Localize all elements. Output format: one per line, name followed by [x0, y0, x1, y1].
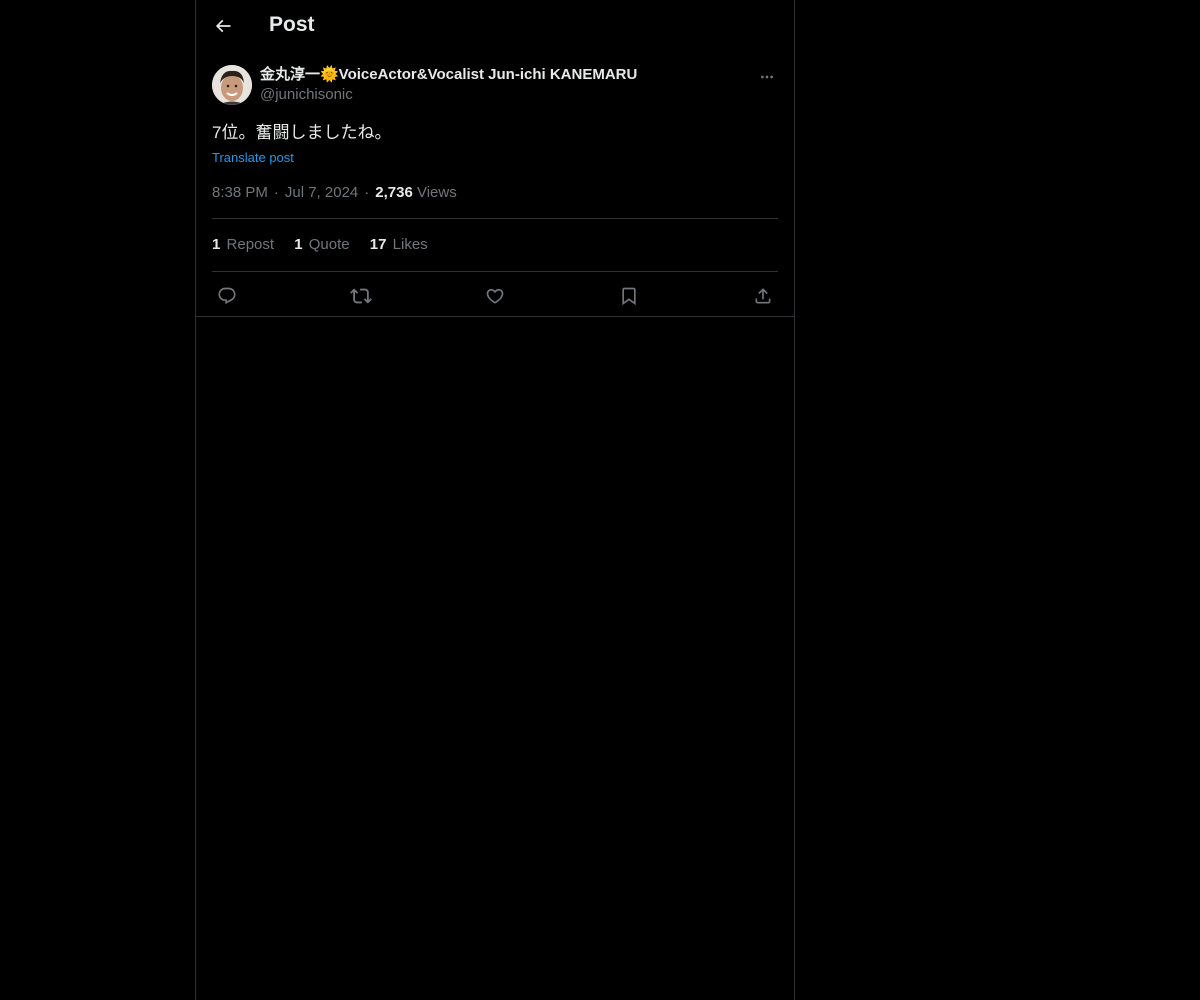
separator-dot: ·: [273, 184, 279, 201]
author-handle[interactable]: @junichisonic: [260, 85, 637, 105]
more-options-button[interactable]: [756, 66, 778, 88]
likes-count: 17: [369, 236, 387, 253]
likes-label: Likes: [392, 236, 428, 253]
author-display-name[interactable]: 金丸淳一🌞VoiceActor&Vocalist Jun-ichi KANEMA…: [260, 65, 637, 85]
share-icon: [755, 288, 771, 304]
post-bottom-divider: [196, 316, 794, 317]
views-count: 2,736: [375, 184, 413, 201]
main-column: Post 金丸淳一🌞VoiceActor&Vocalist Jun-ichi K…: [195, 0, 795, 1000]
reposts-label: Repost: [226, 236, 275, 253]
quotes-count: 1: [294, 236, 303, 253]
avatar[interactable]: [212, 65, 252, 105]
reposts-stat[interactable]: 1 Repost: [212, 219, 274, 271]
reply-icon: [218, 287, 236, 305]
likes-stat[interactable]: 17 Likes: [370, 219, 428, 271]
translate-post-link[interactable]: Translate post: [212, 150, 294, 165]
author-names: 金丸淳一🌞VoiceActor&Vocalist Jun-ichi KANEMA…: [260, 65, 637, 105]
avatar-image: [212, 65, 252, 105]
arrow-left-icon: [215, 19, 231, 33]
post-time[interactable]: 8:38 PM: [212, 184, 268, 201]
quotes-stat[interactable]: 1 Quote: [294, 219, 349, 271]
quotes-label: Quote: [308, 236, 350, 253]
top-bar: Post: [196, 0, 794, 54]
post-actions: [212, 272, 778, 319]
like-icon: [486, 288, 504, 304]
repost-button[interactable]: [349, 284, 373, 308]
separator-dot: ·: [364, 184, 370, 201]
reposts-count: 1: [212, 236, 221, 253]
post-detail: 金丸淳一🌞VoiceActor&Vocalist Jun-ichi KANEMA…: [196, 65, 794, 319]
page-title: Post: [269, 13, 315, 36]
post-stats: 1 Repost 1 Quote 17 Likes: [212, 219, 778, 272]
post-text: 7位。奮闘しましたね。: [212, 123, 392, 142]
back-button[interactable]: [208, 11, 238, 41]
views-label: Views: [416, 184, 457, 201]
author-row: 金丸淳一🌞VoiceActor&Vocalist Jun-ichi KANEMA…: [212, 65, 778, 117]
repost-icon: [350, 288, 372, 304]
more-icon: [761, 75, 773, 79]
post-date[interactable]: Jul 7, 2024: [285, 184, 358, 201]
bookmark-button[interactable]: [617, 284, 641, 308]
share-button[interactable]: [751, 284, 775, 308]
bookmark-icon: [622, 287, 636, 306]
reply-button[interactable]: [215, 284, 239, 308]
like-button[interactable]: [483, 284, 507, 308]
post-meta: 8:38 PM · Jul 7, 2024 · 2,736 Views: [212, 183, 778, 219]
